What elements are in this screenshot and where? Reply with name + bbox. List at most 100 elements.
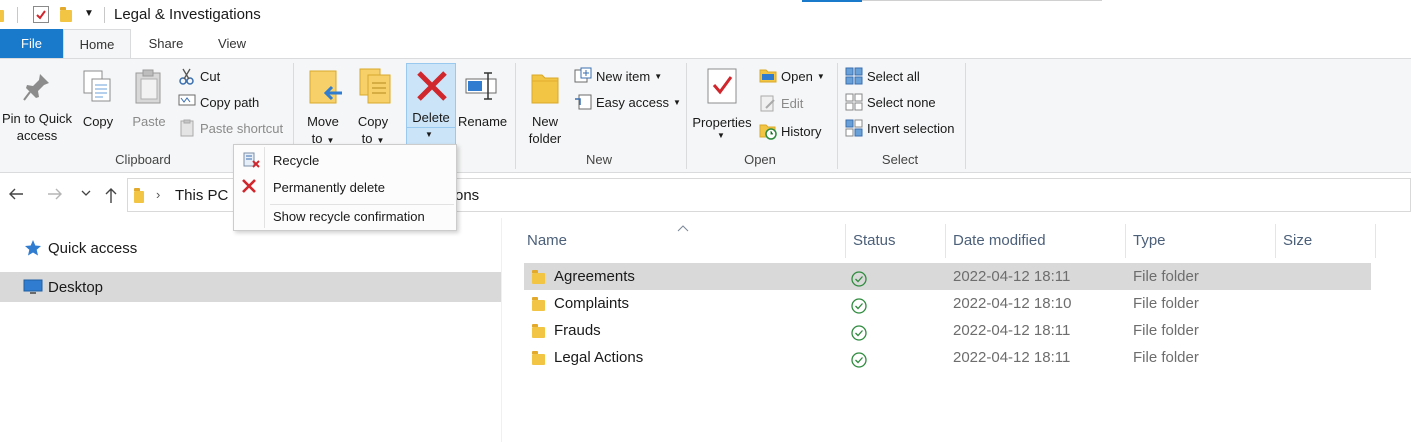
paste-icon <box>134 69 164 108</box>
row-name: Frauds <box>554 322 601 339</box>
tab-share[interactable]: Share <box>136 29 196 58</box>
rename-label: Rename <box>458 114 508 129</box>
star-icon <box>24 239 42 261</box>
permanently-delete-icon <box>241 178 257 197</box>
open-label: Open <box>781 68 813 84</box>
nav-quick-access[interactable]: Quick access <box>0 233 501 263</box>
column-header-type[interactable]: Type <box>1126 224 1276 258</box>
address-row: › This PC ons <box>0 174 1411 218</box>
select-none-icon <box>845 93 863 111</box>
column-header-date-modified[interactable]: Date modified <box>946 224 1126 258</box>
copy-to-button[interactable]: Copy to ▼ <box>350 63 396 146</box>
folder-icon <box>0 10 4 22</box>
desktop-icon <box>23 279 43 299</box>
move-to-icon <box>308 69 344 110</box>
ribbon-tabs: File Home Share View <box>0 29 1411 59</box>
row-type: File folder <box>1133 322 1199 339</box>
nav-desktop[interactable]: Desktop <box>0 272 501 302</box>
table-row[interactable]: Legal Actions 2022-04-12 18:11 File fold… <box>524 344 1371 371</box>
new-folder-quick-icon[interactable] <box>60 7 72 22</box>
paste-label: Paste <box>132 114 166 129</box>
properties-quick-icon[interactable] <box>33 6 49 23</box>
up-arrow-icon[interactable] <box>103 186 119 207</box>
new-item-button[interactable]: New item ▼ <box>574 65 662 87</box>
select-none-button[interactable]: Select none <box>845 91 936 113</box>
column-header-name[interactable]: Name <box>520 224 846 258</box>
window-title: Legal & Investigations <box>114 6 261 23</box>
recycle-bin-icon <box>241 150 261 173</box>
rename-button[interactable]: Rename <box>458 63 508 145</box>
recent-locations-chevron-icon[interactable] <box>80 187 92 202</box>
properties-label: Properties <box>692 115 752 130</box>
new-folder-icon <box>530 69 560 108</box>
column-header-status[interactable]: Status <box>846 224 946 258</box>
address-folder-icon <box>134 188 144 203</box>
menu-item-permanently-delete[interactable]: Permanently delete <box>273 180 385 195</box>
easy-access-button[interactable]: Easy access ▼ <box>574 91 681 113</box>
open-group-label: Open <box>744 152 776 167</box>
pin-icon <box>22 71 52 106</box>
table-row[interactable]: Agreements 2022-04-12 18:11 File folder <box>524 263 1371 290</box>
properties-button[interactable]: Properties ▼ <box>690 63 754 145</box>
rename-icon <box>464 71 500 104</box>
easy-access-label: Easy access <box>596 94 669 110</box>
cut-label: Cut <box>200 68 221 84</box>
row-name: Legal Actions <box>554 349 644 366</box>
ribbon: Pin to Quick access Copy Paste Cut Copy … <box>0 58 1411 173</box>
new-item-icon <box>574 67 592 85</box>
delete-split-divider <box>407 127 455 128</box>
row-type: File folder <box>1133 268 1199 285</box>
history-label: History <box>781 123 822 139</box>
breadcrumb-this-pc[interactable]: This PC <box>175 187 228 204</box>
back-arrow-icon[interactable] <box>8 186 24 205</box>
row-type: File folder <box>1133 349 1199 366</box>
menu-item-recycle[interactable]: Recycle <box>273 153 319 168</box>
nav-desktop-label: Desktop <box>48 278 104 296</box>
edit-button[interactable]: Edit <box>759 92 803 114</box>
tab-home[interactable]: Home <box>63 29 131 59</box>
cut-button[interactable]: Cut <box>178 65 220 87</box>
new-folder-button[interactable]: New folder <box>522 63 568 146</box>
forward-arrow-icon[interactable] <box>47 186 63 205</box>
delete-label: Delete <box>412 110 450 125</box>
copy-to-icon <box>358 67 394 108</box>
table-row[interactable]: Frauds 2022-04-12 18:11 File folder <box>524 317 1371 344</box>
paste-shortcut-icon <box>178 119 196 137</box>
row-date: 2022-04-12 18:11 <box>953 349 1071 366</box>
properties-caret-icon: ▼ <box>717 131 725 140</box>
customize-toolbar-chevron-icon[interactable]: ▼ <box>84 8 94 19</box>
open-caret-icon: ▼ <box>816 71 825 81</box>
paste-button[interactable]: Paste <box>128 63 170 145</box>
invert-selection-button[interactable]: Invert selection <box>845 117 954 139</box>
easy-access-caret-icon: ▼ <box>672 97 681 107</box>
edit-icon <box>759 94 777 112</box>
move-to-button[interactable]: Move to ▼ <box>300 63 346 146</box>
select-all-button[interactable]: Select all <box>845 65 920 87</box>
delete-caret-icon[interactable]: ▼ <box>425 130 433 139</box>
history-button[interactable]: History <box>759 120 821 142</box>
copy-icon <box>82 69 114 108</box>
invert-selection-icon <box>845 119 863 137</box>
paste-shortcut-button[interactable]: Paste shortcut <box>178 117 283 139</box>
select-all-label: Select all <box>867 68 920 84</box>
folder-icon <box>532 297 545 311</box>
open-button[interactable]: Open ▼ <box>759 65 825 87</box>
tab-view[interactable]: View <box>202 29 262 58</box>
delete-button[interactable]: Delete ▼ <box>406 63 456 145</box>
breadcrumb-current[interactable]: ons <box>455 187 479 204</box>
copy-button[interactable]: Copy <box>78 63 118 145</box>
properties-icon <box>706 67 738 108</box>
menu-item-show-recycle-confirmation[interactable]: Show recycle confirmation <box>273 209 425 224</box>
row-type: File folder <box>1133 295 1199 312</box>
navigation-pane: Quick access Desktop <box>0 218 502 442</box>
select-all-icon <box>845 67 863 85</box>
column-header-size[interactable]: Size <box>1276 224 1376 258</box>
copy-path-icon <box>178 93 196 111</box>
tab-file[interactable]: File <box>0 29 63 58</box>
folder-icon <box>532 324 545 338</box>
easy-access-icon <box>574 93 592 111</box>
copy-path-button[interactable]: Copy path <box>178 91 259 113</box>
pin-to-quick-access-button[interactable]: Pin to Quick access <box>0 63 74 145</box>
table-row[interactable]: Complaints 2022-04-12 18:10 File folder <box>524 290 1371 317</box>
row-name: Complaints <box>554 295 630 312</box>
